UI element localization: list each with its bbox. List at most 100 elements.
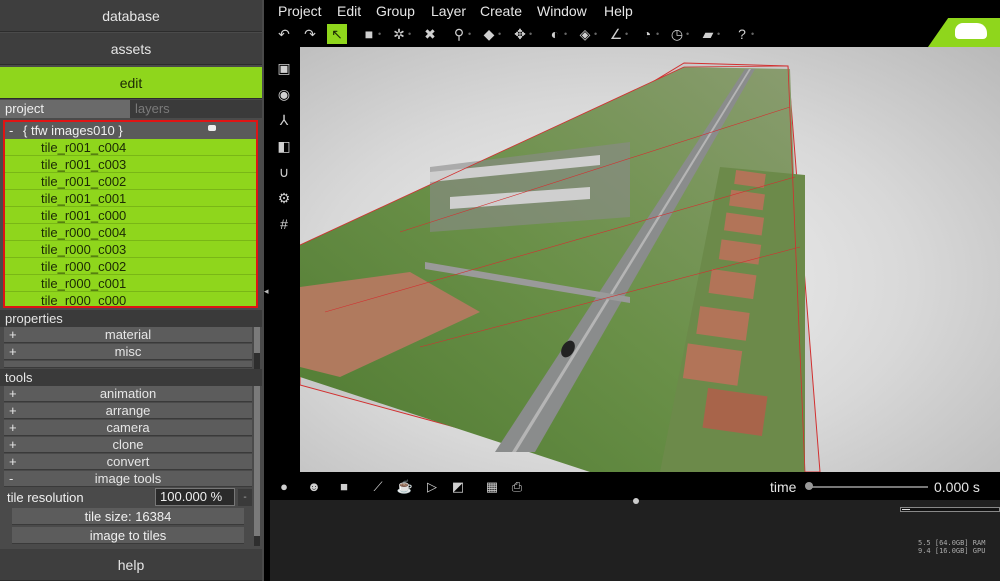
- menu-layer[interactable]: Layer: [431, 3, 466, 19]
- tile-resolution-input[interactable]: 100.000 %: [155, 488, 235, 506]
- properties-scrollbar[interactable]: [254, 327, 260, 369]
- tools-scroll-thumb[interactable]: [254, 386, 260, 536]
- material-square-icon[interactable]: ■: [334, 477, 354, 497]
- magnet-icon[interactable]: ∪: [274, 162, 294, 182]
- menu-project[interactable]: Project: [278, 3, 322, 19]
- edit-button[interactable]: edit: [0, 67, 262, 99]
- help-button[interactable]: help: [0, 549, 262, 581]
- gizmo-icon[interactable]: ✲: [389, 24, 409, 44]
- accordion-material[interactable]: + material: [4, 327, 252, 343]
- measure-dial-icon[interactable]: ◐: [545, 24, 565, 44]
- ruler-icon[interactable]: ▰: [698, 24, 718, 44]
- angle-icon[interactable]: ∠: [606, 24, 626, 44]
- accordion-camera[interactable]: + camera: [4, 420, 252, 436]
- grid-icon[interactable]: #: [274, 214, 294, 234]
- timeline-scrollbar[interactable]: [900, 507, 1000, 512]
- play-icon[interactable]: ▷: [422, 477, 442, 497]
- sphere-icon[interactable]: ●: [274, 477, 294, 497]
- gpu-usage: 9.4 [16.0GB] GPU: [918, 547, 986, 555]
- gauge-icon[interactable]: ◔: [637, 24, 657, 44]
- accordion-partial[interactable]: [4, 361, 252, 368]
- head-icon[interactable]: ☻: [304, 477, 324, 497]
- tile-resolution-label: tile resolution: [7, 490, 84, 505]
- tree-item[interactable]: tile_r001_c001: [5, 190, 256, 207]
- printer-icon[interactable]: ⎙: [507, 477, 527, 497]
- time-value: 0.000 s: [934, 479, 980, 495]
- tree-item[interactable]: tile_r001_c000: [5, 207, 256, 224]
- expand-sign: +: [9, 344, 17, 359]
- accordion-animation[interactable]: + animation: [4, 386, 252, 402]
- selection-box-icon[interactable]: ■: [359, 24, 379, 44]
- teapot-icon[interactable]: ☕: [395, 477, 415, 497]
- tree-item[interactable]: tile_r000_c003: [5, 241, 256, 258]
- tree-item[interactable]: tile_r001_c003: [5, 156, 256, 173]
- menu-edit[interactable]: Edit: [337, 3, 361, 19]
- timeline-scroll-thumb[interactable]: [902, 509, 910, 510]
- move-icon[interactable]: ✥: [510, 24, 530, 44]
- properties-header: properties: [0, 310, 262, 327]
- delete-x-icon[interactable]: ✖: [420, 24, 440, 44]
- tab-layers[interactable]: layers: [130, 100, 262, 118]
- target-icon[interactable]: ◉: [274, 84, 294, 104]
- time-label: time: [770, 479, 797, 495]
- settings-gear-icon[interactable]: ⚙: [274, 188, 294, 208]
- expand-sign: +: [9, 420, 17, 435]
- tree-item[interactable]: tile_r000_c000: [5, 292, 256, 306]
- accordion-misc[interactable]: + misc: [4, 344, 252, 360]
- select-arrow-icon[interactable]: ↖: [327, 24, 347, 44]
- tree-item[interactable]: tile_r000_c004: [5, 224, 256, 241]
- menu-window[interactable]: Window: [537, 3, 587, 19]
- redo-icon[interactable]: ↷: [300, 24, 320, 44]
- clock-dial-icon[interactable]: ◷: [667, 24, 687, 44]
- tree-item[interactable]: tile_r000_c002: [5, 258, 256, 275]
- calculator-icon[interactable]: ▦: [482, 477, 502, 497]
- tile-size-button[interactable]: tile size: 16384: [12, 508, 244, 525]
- plane-icon[interactable]: ◈: [575, 24, 595, 44]
- menu-create[interactable]: Create: [480, 3, 522, 19]
- timeline-panel[interactable]: [270, 500, 1000, 581]
- export-icon[interactable]: ◩: [448, 477, 468, 497]
- expand-sign: +: [9, 386, 17, 401]
- tree-item[interactable]: tile_r001_c004: [5, 139, 256, 156]
- panel-collapse-icon[interactable]: ◂: [264, 280, 270, 302]
- panel-tabs: project layers: [0, 100, 262, 118]
- left-panel: database assets edit project layers -{ t…: [0, 0, 264, 581]
- accordion-label: image tools: [94, 471, 162, 486]
- help-circle-icon[interactable]: ?: [732, 24, 752, 44]
- collapse-sign: -: [9, 471, 14, 486]
- undo-icon[interactable]: ↶: [274, 24, 294, 44]
- database-button[interactable]: database: [0, 0, 262, 32]
- tree-item[interactable]: tile_r000_c001: [5, 275, 256, 292]
- accordion-convert[interactable]: + convert: [4, 454, 252, 470]
- tools-header: tools: [0, 369, 262, 386]
- tab-project[interactable]: project: [0, 100, 130, 118]
- axis-icon[interactable]: ⅄: [274, 110, 294, 130]
- tools-scrollbar[interactable]: [254, 386, 260, 546]
- lock-icon[interactable]: [208, 125, 216, 131]
- split-icon[interactable]: ◧: [274, 136, 294, 156]
- image-to-tiles-button[interactable]: image to tiles: [12, 527, 244, 544]
- menu-help[interactable]: Help: [604, 3, 633, 19]
- assets-button[interactable]: assets: [0, 33, 262, 65]
- cube-icon[interactable]: ◆: [479, 24, 499, 44]
- menu-group[interactable]: Group: [376, 3, 415, 19]
- accordion-image-tools[interactable]: - image tools: [4, 471, 252, 487]
- accordion-clone[interactable]: + clone: [4, 437, 252, 453]
- graph-icon[interactable]: ⟋: [368, 477, 388, 497]
- zoom-icon[interactable]: ⚲: [449, 24, 469, 44]
- tree-item[interactable]: tile_r001_c002: [5, 173, 256, 190]
- tree-collapse-toggle[interactable]: -: [9, 122, 23, 139]
- accordion-label: material: [104, 327, 152, 342]
- 3d-viewport[interactable]: [300, 47, 1000, 472]
- frame-icon[interactable]: ▣: [274, 58, 294, 78]
- time-slider-handle[interactable]: [805, 482, 813, 490]
- spinner-icon[interactable]: -: [238, 489, 252, 506]
- accordion-arrange[interactable]: + arrange: [4, 403, 252, 419]
- timeline-marker[interactable]: [633, 498, 639, 504]
- tree-root[interactable]: -{ tfw images010 }: [5, 122, 256, 139]
- menubar: Project Edit Group Layer Create Window H…: [270, 0, 1000, 22]
- ram-usage: 5.5 [64.0GB] RAM: [918, 539, 986, 547]
- time-slider[interactable]: [808, 486, 928, 488]
- accordion-label: convert: [106, 454, 150, 469]
- properties-scroll-thumb[interactable]: [254, 327, 260, 353]
